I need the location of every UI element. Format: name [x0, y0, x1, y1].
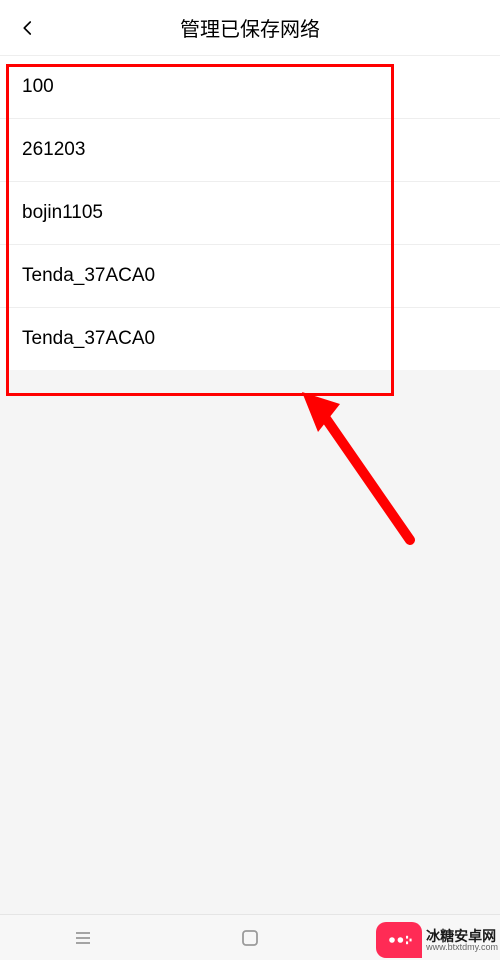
network-item[interactable]: Tenda_37ACA0: [0, 308, 500, 370]
network-ssid: bojin1105: [22, 202, 103, 223]
app-screen: 管理已保存网络 100 261203 bojin1105 Tenda_37ACA…: [0, 0, 500, 960]
nav-recent-button[interactable]: [43, 915, 123, 960]
network-ssid: Tenda_37ACA0: [22, 265, 155, 286]
nav-home-button[interactable]: [210, 915, 290, 960]
back-button[interactable]: [0, 0, 56, 56]
home-icon: [238, 926, 262, 950]
android-navbar: [0, 914, 500, 960]
menu-icon: [71, 926, 95, 950]
saved-networks-list: 100 261203 bojin1105 Tenda_37ACA0 Tenda_…: [0, 56, 500, 370]
network-item[interactable]: 100: [0, 56, 500, 119]
network-ssid: 261203: [22, 139, 85, 160]
page-title: 管理已保存网络: [0, 13, 500, 42]
network-item[interactable]: 261203: [0, 119, 500, 182]
network-item[interactable]: bojin1105: [0, 182, 500, 245]
empty-area: [0, 370, 500, 960]
network-item[interactable]: Tenda_37ACA0: [0, 245, 500, 308]
network-ssid: 100: [22, 76, 54, 97]
chevron-left-icon: [19, 19, 37, 37]
network-ssid: Tenda_37ACA0: [22, 328, 155, 349]
back-icon: [405, 926, 429, 950]
nav-back-button[interactable]: [377, 915, 457, 960]
header-bar: 管理已保存网络: [0, 0, 500, 56]
